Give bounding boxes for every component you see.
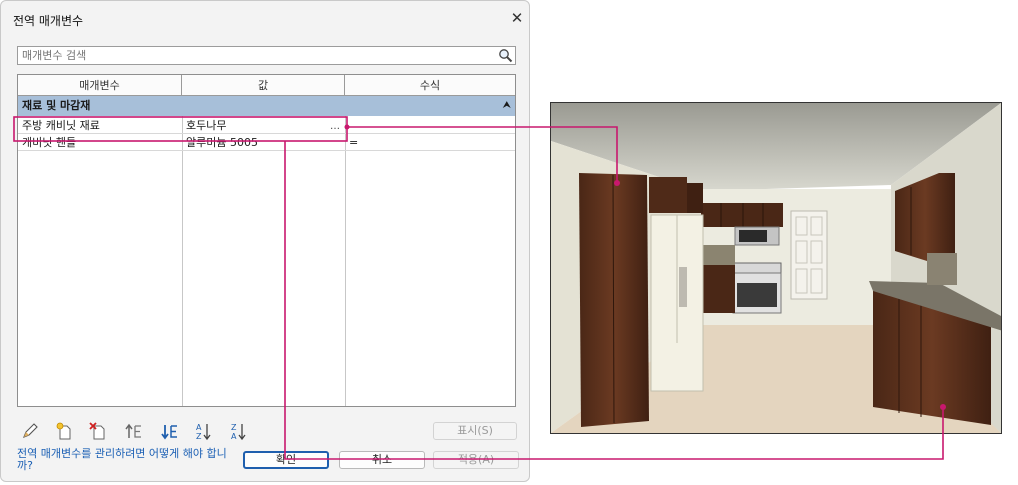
highlight-box	[13, 116, 348, 142]
callout-line-upper	[347, 126, 618, 183]
callout-dot-upper	[614, 180, 620, 186]
callout-line-lower	[284, 141, 944, 460]
callout-overlay	[13, 116, 946, 460]
callout-dot-lower	[940, 404, 946, 410]
callout-dot-start	[344, 124, 350, 130]
